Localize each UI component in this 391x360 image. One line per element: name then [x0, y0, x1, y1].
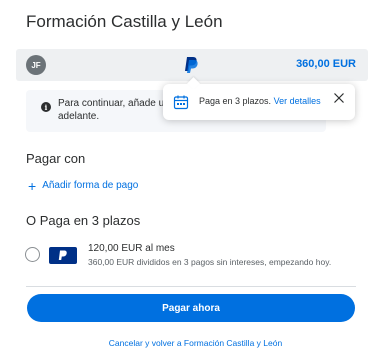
- cancel-link[interactable]: Cancelar y volver a Formación Castilla y…: [0, 338, 391, 348]
- plus-icon: +: [28, 177, 37, 194]
- pay-in-3-title: 120,00 EUR al mes: [88, 243, 175, 254]
- pay-now-button[interactable]: Pagar ahora: [27, 294, 355, 322]
- calendar-icon: [173, 95, 189, 110]
- paypal-badge-icon: [49, 247, 77, 264]
- pay-in-3-radio[interactable]: [25, 247, 40, 262]
- merchant-title: Formación Castilla y León: [26, 12, 223, 31]
- pay-in-3-label: O Paga en 3 plazos: [26, 213, 141, 228]
- pay-with-label: Pagar con: [26, 151, 86, 166]
- add-payment-method-link[interactable]: + Añadir forma de pago: [28, 177, 139, 194]
- pay-in-3-popover: Paga en 3 plazos. Ver detalles: [163, 84, 355, 120]
- add-payment-label: Añadir forma de pago: [42, 180, 139, 191]
- avatar[interactable]: JF: [26, 55, 46, 75]
- close-icon[interactable]: [333, 92, 345, 104]
- view-details-link[interactable]: Ver detalles: [274, 96, 321, 106]
- order-amount[interactable]: 360,00 EUR: [296, 58, 356, 70]
- popover-text: Paga en 3 plazos.: [199, 96, 272, 106]
- popover-message: Paga en 3 plazos. Ver detalles: [199, 96, 321, 106]
- divider: [26, 286, 356, 287]
- paypal-logo-icon: [185, 57, 198, 73]
- pay-in-3-subtitle: 360,00 EUR divididos en 3 pagos sin inte…: [88, 257, 332, 267]
- info-icon: i: [41, 102, 51, 112]
- account-bar: JF 360,00 EUR: [16, 49, 368, 81]
